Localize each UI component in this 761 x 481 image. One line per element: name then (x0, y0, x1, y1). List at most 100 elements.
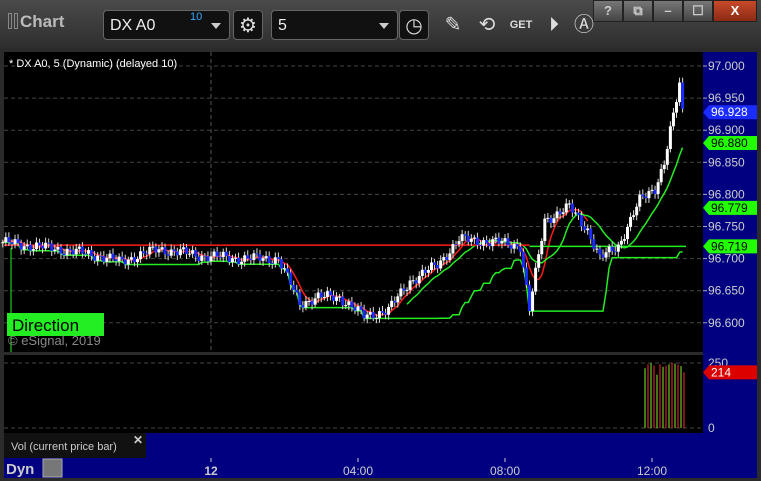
candle-body (286, 268, 290, 273)
candle-body (534, 267, 538, 292)
candle-body (142, 251, 146, 254)
candle-body (283, 268, 286, 270)
candle-body (132, 257, 136, 263)
last-price-tag: 96.928 (711, 105, 748, 119)
candle-body (365, 314, 369, 319)
price-tick-label: 96.950 (708, 91, 745, 105)
candle-body (194, 250, 198, 257)
candle-body (543, 218, 547, 241)
candle-body (381, 311, 384, 313)
candle-body (31, 249, 35, 251)
candle-body (19, 242, 23, 250)
level-tag: 96.719 (711, 239, 748, 253)
candle-body (390, 300, 394, 307)
candle-body (433, 262, 437, 266)
candle-body (102, 256, 106, 262)
time-tick-label: 08:00 (490, 464, 520, 478)
delay-badge: 10 (190, 11, 203, 23)
candle-body (181, 247, 185, 250)
get-icon[interactable]: GET (506, 10, 536, 40)
link-button[interactable]: ⧉ (623, 0, 653, 22)
candle-body (175, 251, 179, 256)
candle-body (136, 258, 139, 263)
candle-body (662, 164, 666, 169)
drag-grip-icon[interactable] (14, 13, 18, 29)
clock-icon[interactable]: ◷ (399, 10, 429, 40)
candle-body (454, 244, 458, 246)
candle-body (518, 246, 522, 252)
candle-body (512, 243, 516, 249)
candle-body (463, 234, 467, 236)
candle-body (442, 257, 446, 261)
price-tick-label: 96.650 (708, 284, 745, 298)
candle-body (316, 292, 320, 299)
candle-body (129, 257, 133, 260)
candle-body (22, 246, 26, 250)
interval-input[interactable]: 5 (271, 10, 398, 40)
candle-body (224, 251, 228, 256)
candle-body (172, 249, 176, 252)
candle-body (148, 246, 152, 255)
drag-grip-icon[interactable] (8, 13, 12, 29)
candle-body (56, 246, 60, 250)
price-pane[interactable] (4, 52, 703, 352)
candle-body (289, 272, 293, 285)
price-chart[interactable]: 97.00096.95096.90096.85096.80096.75096.7… (0, 48, 761, 481)
candle-body (595, 248, 599, 250)
candle-body (469, 238, 473, 242)
maximize-button[interactable]: ☐ (683, 0, 713, 22)
candle-body (59, 246, 63, 254)
candle-body (423, 269, 427, 273)
candle-body (169, 249, 173, 256)
close-button[interactable]: X (713, 0, 757, 22)
candle-body (350, 301, 354, 308)
candle-body (341, 296, 345, 306)
pencil-icon[interactable]: ✎ (438, 10, 468, 40)
candle-body (558, 211, 562, 214)
candle-body (313, 298, 317, 305)
candle-body (485, 240, 489, 244)
candle-body (234, 257, 237, 259)
candle-body (555, 211, 559, 219)
settings-gear-icon[interactable]: ⚙ (233, 10, 263, 40)
symbol-input[interactable]: DX A0 10 (103, 10, 230, 40)
candle-body (166, 254, 170, 256)
study-icon[interactable]: ⟲ (472, 10, 502, 40)
interval-value: 5 (278, 17, 287, 34)
candle-body (332, 295, 335, 301)
candle-body (111, 253, 115, 260)
candle-body (497, 237, 501, 244)
candle-body (68, 248, 72, 251)
candle-body (1, 242, 5, 244)
price-tick-label: 96.700 (708, 252, 745, 266)
lock-icon[interactable] (42, 458, 63, 478)
candle-body (215, 251, 219, 257)
candle-body (10, 242, 14, 245)
candle-body (230, 258, 234, 263)
price-tick-label: 97.000 (708, 59, 745, 73)
candle-body (325, 291, 329, 297)
candle-body (154, 246, 158, 253)
candle-body (344, 305, 348, 307)
symbol-value: DX A0 (110, 17, 156, 34)
candle-body (616, 244, 620, 252)
chevron-down-icon[interactable] (379, 23, 389, 29)
minimize-button[interactable]: – (653, 0, 683, 22)
candle-body (402, 288, 406, 291)
candle-body (577, 212, 580, 216)
volume-scrollbar[interactable] (146, 433, 703, 458)
candle-body (445, 257, 449, 260)
candle-body (44, 242, 48, 249)
chevron-down-icon[interactable] (211, 23, 221, 29)
candle-body (368, 312, 372, 315)
help-button[interactable]: ? (593, 0, 623, 22)
volume-pane[interactable] (4, 355, 703, 433)
play-icon[interactable]: ⏵ (539, 10, 569, 40)
candle-body (586, 228, 590, 231)
candle-body (671, 112, 675, 127)
candle-body (500, 241, 504, 244)
candle-body (589, 228, 593, 240)
candle-body (632, 215, 636, 217)
close-study-icon[interactable]: ✕ (133, 433, 143, 447)
candle-body (488, 243, 492, 247)
